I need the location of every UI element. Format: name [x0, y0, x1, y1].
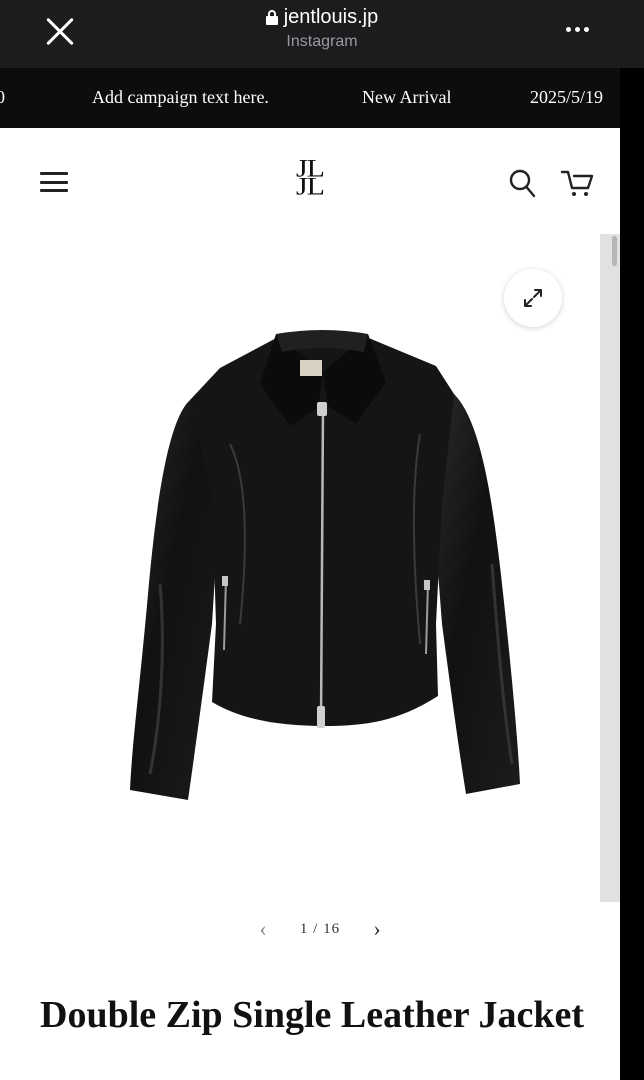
- prev-image-button[interactable]: ‹: [254, 916, 272, 942]
- address-area[interactable]: jentlouis.jp Instagram: [0, 6, 644, 51]
- next-image-button[interactable]: ›: [368, 916, 386, 942]
- domain-text: jentlouis.jp: [283, 6, 379, 28]
- image-pager: ‹ 1 / 16 ›: [254, 914, 386, 944]
- scrollbar-thumb[interactable]: [612, 236, 617, 266]
- app-name-label: Instagram: [286, 33, 358, 50]
- brand-logo[interactable]: JL JL: [296, 156, 325, 201]
- more-options-icon[interactable]: [562, 14, 592, 44]
- campaign-item: 2025/5/19: [530, 87, 604, 107]
- lock-icon: [265, 10, 278, 25]
- campaign-marquee: 0 Add campaign text here. New Arrival 20…: [0, 68, 620, 128]
- product-image-leather-jacket[interactable]: [120, 324, 530, 808]
- in-app-browser-bar: jentlouis.jp Instagram: [0, 0, 644, 68]
- campaign-item[interactable]: Add campaign text here.: [92, 87, 269, 108]
- screen-edge: [620, 68, 644, 1080]
- product-title: Double Zip Single Leather Jacket: [40, 994, 584, 1036]
- cart-icon[interactable]: [560, 166, 596, 198]
- expand-image-button[interactable]: [504, 269, 562, 327]
- scrollbar-track[interactable]: [600, 234, 620, 902]
- product-page: JL JL ‹ 1 / 16 › Double Zip Single Leath…: [0, 128, 620, 1080]
- expand-icon: [524, 289, 542, 307]
- campaign-item[interactable]: New Arrival: [362, 87, 451, 108]
- menu-icon[interactable]: [40, 172, 68, 192]
- logo-bottom: JL: [296, 172, 325, 201]
- image-counter: 1 / 16: [299, 920, 341, 937]
- campaign-item: 0: [0, 87, 5, 107]
- search-icon[interactable]: [508, 168, 536, 198]
